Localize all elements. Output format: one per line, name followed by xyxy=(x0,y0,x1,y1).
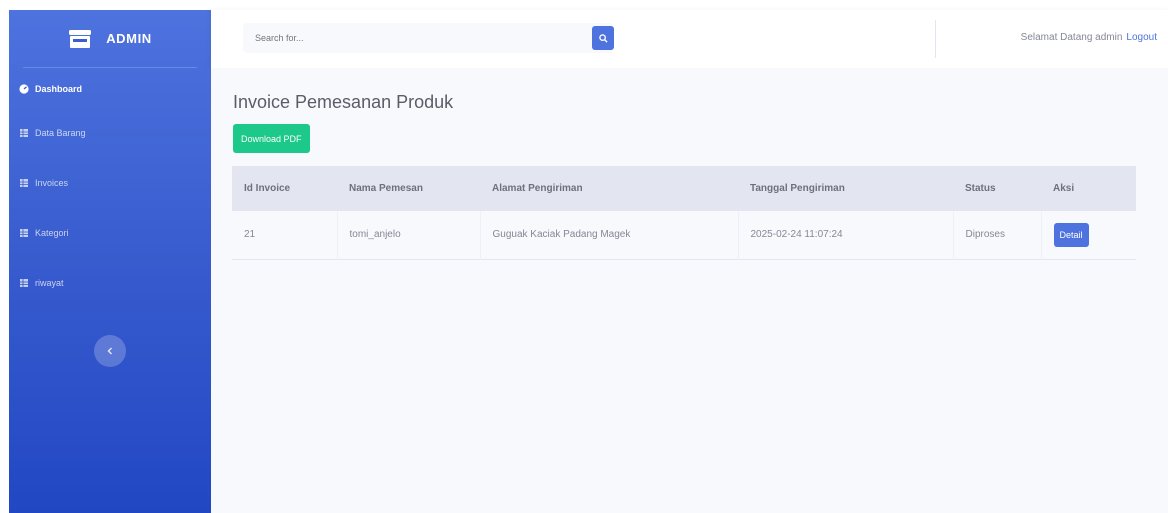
table-row: 21 tomi_anjelo Guguak Kaciak Padang Mage… xyxy=(232,211,1136,259)
column-header: Alamat Pengiriman xyxy=(492,183,583,194)
cell-alamat: Guguak Kaciak Padang Magek xyxy=(480,211,739,259)
table-icon xyxy=(19,228,29,238)
brand-name: ADMIN xyxy=(106,31,152,46)
logout-link[interactable]: Logout xyxy=(1126,32,1157,43)
topbar-divider xyxy=(935,20,936,58)
cell-aksi: Detail xyxy=(1041,211,1136,259)
sidebar-item-data-barang[interactable]: Data Barang xyxy=(9,108,211,158)
store-icon xyxy=(68,29,92,49)
greeting-text: Selamat Datang admin xyxy=(1020,32,1123,43)
page-title: Invoice Pemesanan Produk xyxy=(233,92,454,112)
tachometer-icon xyxy=(19,84,29,94)
table-icon xyxy=(19,178,29,188)
column-header: Nama Pemesan xyxy=(349,183,423,194)
sidebar-item-invoices[interactable]: Invoices xyxy=(9,158,211,208)
table-icon xyxy=(19,128,29,138)
cell-nama-pemesan: tomi_anjelo xyxy=(337,211,481,259)
sidebar-brand[interactable]: ADMIN xyxy=(23,10,197,68)
search-bar xyxy=(243,23,614,53)
sidebar-item-label: Data Barang xyxy=(35,128,86,138)
detail-button[interactable]: Detail xyxy=(1053,222,1089,247)
sidebar-item-label: Dashboard xyxy=(35,84,83,94)
table-header-row: Id Invoice Nama Pemesan Alamat Pengirima… xyxy=(232,166,1136,211)
sidebar-nav: Dashboard Data Barang Invoices Kategori … xyxy=(9,70,211,308)
topbar: Selamat Datang adminLogout xyxy=(211,10,1168,68)
sidebar-item-dashboard[interactable]: Dashboard xyxy=(9,70,211,108)
sidebar-item-kategori[interactable]: Kategori xyxy=(9,208,211,258)
search-button[interactable] xyxy=(592,26,614,50)
search-icon xyxy=(598,31,608,46)
user-greeting: Selamat Datang admin Logout xyxy=(1021,32,1157,43)
sidebar: ADMIN Dashboard Data Barang Invoices Kat… xyxy=(9,10,211,513)
search-input[interactable] xyxy=(243,23,612,53)
column-header: Aksi xyxy=(1053,183,1075,194)
cell-id-invoice: 21 xyxy=(232,211,338,259)
download-pdf-button[interactable]: Download PDF xyxy=(233,124,310,153)
sidebar-item-label: riwayat xyxy=(35,278,64,288)
sidebar-item-label: Kategori xyxy=(35,228,69,238)
sidebar-toggle-button[interactable] xyxy=(94,335,126,367)
sidebar-item-riwayat[interactable]: riwayat xyxy=(9,258,211,308)
column-header: Status xyxy=(965,183,996,194)
invoice-table: Id Invoice Nama Pemesan Alamat Pengirima… xyxy=(232,166,1136,260)
column-header: Tanggal Pengiriman xyxy=(750,183,845,194)
cell-status: Diproses xyxy=(953,211,1042,259)
table-icon xyxy=(19,278,29,288)
cell-tanggal: 2025-02-24 11:07:24 xyxy=(738,211,954,259)
sidebar-item-label: Invoices xyxy=(35,178,69,188)
chevron-left-icon xyxy=(106,342,114,360)
column-header: Id Invoice xyxy=(244,183,291,194)
main-content: Invoice Pemesanan Produk Download PDF Id… xyxy=(211,68,1168,513)
